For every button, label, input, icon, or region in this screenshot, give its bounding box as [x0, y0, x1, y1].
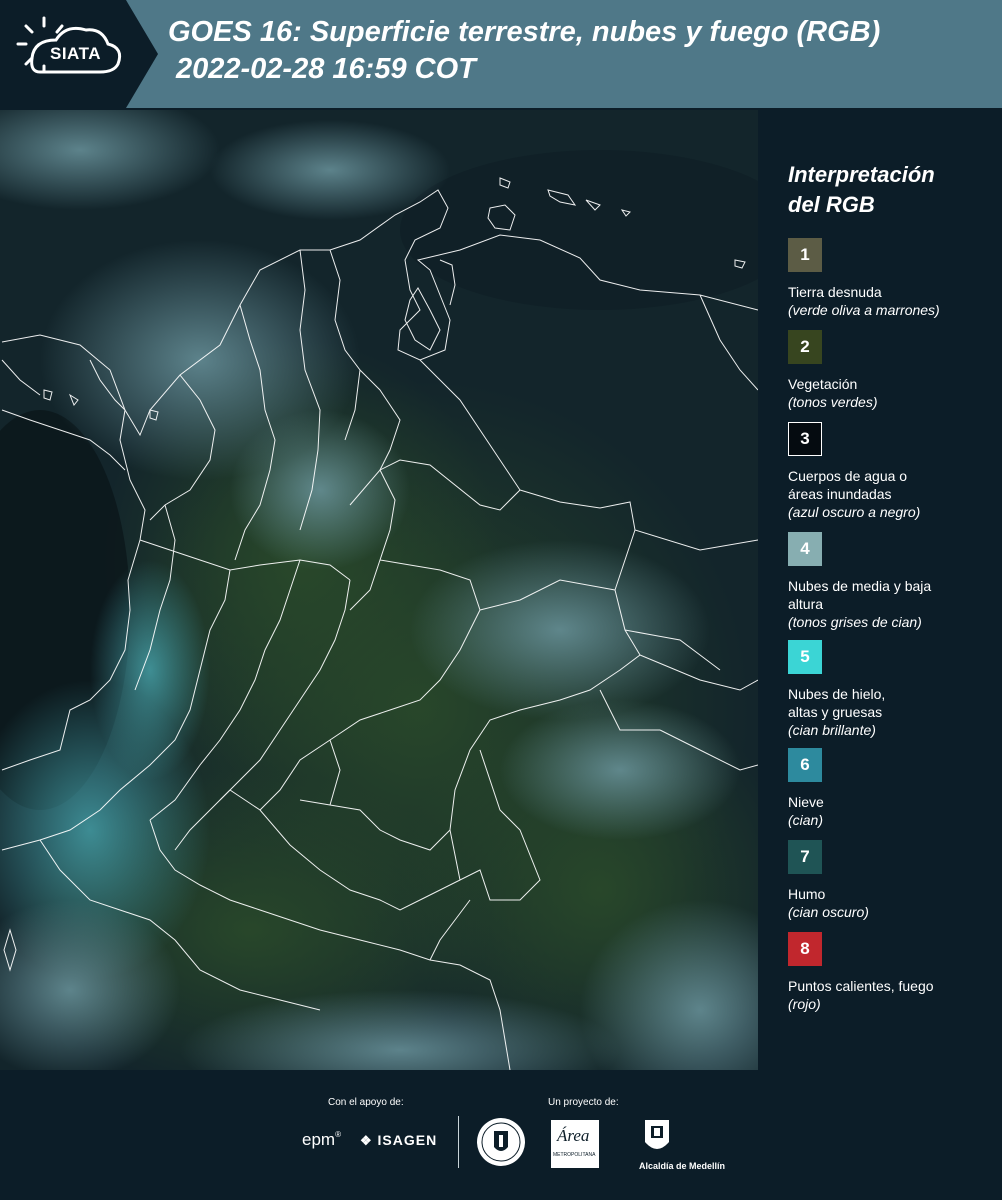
- legend-swatch: 8: [788, 932, 822, 966]
- title-line-2: 2022-02-28 16:59 COT: [176, 53, 476, 85]
- legend-swatch: 5: [788, 640, 822, 674]
- legend-item-description: (tonos verdes): [788, 394, 878, 410]
- epm-text: epm: [302, 1130, 336, 1149]
- legend-item-text: Cuerpos de agua o áreas inundadas (azul o…: [788, 467, 1002, 521]
- legend-item-description: (verde oliva a marrones): [788, 302, 940, 318]
- legend-item: 5 Nubes de hielo, altas y gruesas (cian br…: [788, 640, 988, 748]
- legend-item-text: Nubes de hielo, altas y gruesas (cian bri…: [788, 685, 1002, 739]
- legend-item-text: Nieve (cian): [788, 793, 1002, 829]
- rgb-legend: Interpretación del RGB 1 Tierra desnuda (v…: [788, 160, 988, 1024]
- legend-item-label: Nieve: [788, 794, 824, 810]
- medellin-shield-icon: [645, 1120, 669, 1149]
- legend-title-line-2: del RGB: [788, 192, 875, 217]
- legend-item: 7 Humo (cian oscuro): [788, 840, 988, 932]
- page-title: GOES 16: Superficie terrestre, nubes y f…: [168, 14, 998, 88]
- legend-swatch: 3: [788, 422, 822, 456]
- support-label: Con el apoyo de:: [328, 1097, 404, 1108]
- legend-item-description: (cian brillante): [788, 722, 876, 738]
- legend-item: 3 Cuerpos de agua o áreas inundadas (azul …: [788, 422, 988, 532]
- isagen-icon: ❖: [360, 1133, 373, 1148]
- legend-item: 6 Nieve (cian): [788, 748, 988, 840]
- legend-item: 8 Puntos calientes, fuego (rojo): [788, 932, 988, 1024]
- project-label: Un proyecto de:: [548, 1097, 619, 1108]
- legend-title: Interpretación del RGB: [788, 160, 988, 220]
- legend-item-label: Nubes de media y baja altura: [788, 578, 932, 612]
- area-text: Área: [557, 1126, 590, 1145]
- legend-item-text: Tierra desnuda (verde oliva a marrones): [788, 283, 1002, 319]
- legend-items: 1 Tierra desnuda (verde oliva a marrones) 2…: [788, 238, 988, 1024]
- area-metropolitana-logo: Área METROPOLITANA: [551, 1120, 599, 1168]
- legend-item-description: (azul oscuro a negro): [788, 504, 921, 520]
- legend-item-label: Humo: [788, 886, 826, 902]
- legend-item: 2 Vegetación (tonos verdes): [788, 330, 988, 422]
- footer: Con el apoyo de: Un proyecto de: epm® ❖ …: [0, 1070, 1002, 1200]
- legend-swatch: 1: [788, 238, 822, 272]
- area-sub-text: METROPOLITANA: [553, 1152, 596, 1158]
- legend-swatch: 4: [788, 532, 822, 566]
- epm-logo: epm®: [302, 1130, 341, 1149]
- legend-item-description: (tonos grises de cian): [788, 614, 922, 630]
- legend-item-label: Cuerpos de agua o áreas inundadas: [788, 468, 908, 502]
- legend-item-text: Nubes de media y baja altura (tonos grise…: [788, 577, 1002, 631]
- legend-swatch: 2: [788, 330, 822, 364]
- title-line-1: GOES 16: Superficie terrestre, nubes y f…: [168, 16, 881, 48]
- university-seal-icon: [477, 1118, 525, 1166]
- legend-title-line-1: Interpretación: [788, 162, 935, 187]
- legend-item: 1 Tierra desnuda (verde oliva a marrones): [788, 238, 988, 330]
- legend-swatch: 7: [788, 840, 822, 874]
- siata-logo: SIATA: [0, 0, 158, 108]
- legend-item-label: Tierra desnuda: [788, 284, 882, 300]
- footer-divider: [458, 1116, 459, 1168]
- legend-item-text: Puntos calientes, fuego (rojo): [788, 977, 1002, 1013]
- legend-item-label: Puntos calientes, fuego: [788, 978, 934, 994]
- map-svg: [0, 110, 758, 1070]
- isagen-logo: ❖ ISAGEN: [360, 1132, 437, 1149]
- legend-item-description: (rojo): [788, 996, 821, 1012]
- logo-text: SIATA: [50, 44, 101, 63]
- header-bar: SIATA GOES 16: Superficie terrestre, nub…: [0, 0, 1002, 108]
- isagen-text: ISAGEN: [377, 1132, 438, 1148]
- legend-item-text: Humo (cian oscuro): [788, 885, 1002, 921]
- legend-swatch: 6: [788, 748, 822, 782]
- alcaldia-text: Alcaldía de Medellín: [639, 1161, 726, 1171]
- legend-item-description: (cian): [788, 812, 824, 828]
- legend-item-description: (cian oscuro): [788, 904, 869, 920]
- legend-item-label: Vegetación: [788, 376, 858, 392]
- satellite-map[interactable]: [0, 110, 758, 1070]
- legend-item-label: Nubes de hielo, altas y gruesas: [788, 686, 886, 720]
- legend-item-text: Vegetación (tonos verdes): [788, 375, 1002, 411]
- legend-item: 4 Nubes de media y baja altura (tonos gris…: [788, 532, 988, 640]
